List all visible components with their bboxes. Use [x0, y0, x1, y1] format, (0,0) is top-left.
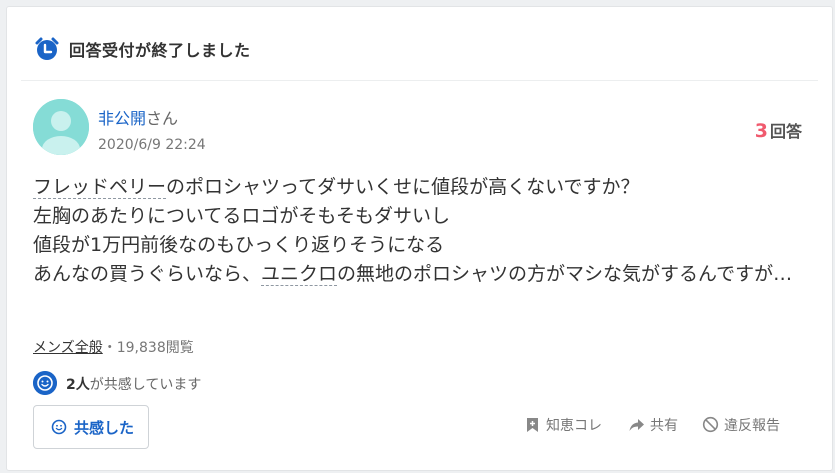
answer-count[interactable]: 3 回答: [755, 118, 802, 142]
user-name-suffix: さん: [146, 109, 179, 128]
answer-count-number: 3: [754, 120, 768, 142]
empathy-suffix: が共感しています: [89, 377, 202, 393]
keyword-link-fredperry[interactable]: フレッドペリー: [33, 176, 167, 199]
question-line-3: 値段が1万円前後なのもひっくり返りそうになる: [33, 234, 445, 256]
meta-separator: ・: [102, 340, 117, 356]
question-line-4-start: あんなの買うぐらいなら、: [33, 263, 262, 285]
default-user-icon: [33, 99, 89, 155]
empathy-count: 2人: [66, 377, 90, 393]
question-line-2: 左胸のあたりについてるロゴがそもそもダサいし: [33, 205, 451, 227]
answer-closed-title: 回答受付が終了しました: [69, 41, 251, 60]
answer-count-label: 回答: [769, 122, 802, 141]
share-arrow-icon: [629, 419, 644, 431]
category-link[interactable]: メンズ全般: [33, 340, 103, 356]
header-divider: [21, 80, 818, 81]
question-card: 回答受付が終了しました 非公開さん 2020/6/9 22:24 3 回答 フレッ…: [6, 6, 833, 471]
empathy-button[interactable]: 共感した: [33, 405, 149, 449]
prohibited-icon: [702, 416, 719, 433]
bookmark-plus-icon: [527, 418, 538, 432]
keyword-link-uniqlo[interactable]: ユニクロ: [261, 263, 338, 286]
question-meta: メンズ全般・19,838閲覧: [33, 337, 194, 357]
smile-icon: [33, 371, 57, 395]
question-line-4-rest: の無地のポロシャツの方がマシな気がするんですが…: [337, 263, 793, 285]
report-label: 違反報告: [724, 418, 780, 434]
empathy-button-label: 共感した: [74, 419, 135, 437]
action-bar: 知恵コレ 共有 違反報告: [524, 415, 796, 435]
empathy-text: 2人が共感しています: [66, 374, 201, 394]
smile-icon: [51, 419, 67, 435]
alarm-clock-icon: [35, 37, 59, 60]
question-line-4: あんなの買うぐらいなら、ユニクロの無地のポロシャツの方がマシな気がするんですが…: [33, 260, 813, 289]
post-date: 2020/6/9 22:24: [98, 137, 206, 153]
user-name: 非公開さん: [98, 105, 178, 129]
avatar[interactable]: [33, 99, 89, 155]
question-body: フレッドペリーのポロシャツってダサいくせに値段が高くないですか？ 左胸のあたりに…: [33, 173, 813, 289]
view-count: 19,838閲覧: [116, 340, 194, 356]
answer-closed-header: 回答受付が終了しました: [7, 7, 832, 81]
user-name-link[interactable]: 非公開: [98, 109, 146, 128]
share-label: 共有: [650, 418, 678, 434]
question-line-1: フレッドペリーのポロシャツってダサいくせに値段が高くないですか？: [33, 173, 813, 202]
save-chiecolle-label: 知恵コレ: [546, 418, 602, 434]
question-line-1-rest: のポロシャツってダサいくせに値段が高くないですか？: [166, 176, 640, 198]
